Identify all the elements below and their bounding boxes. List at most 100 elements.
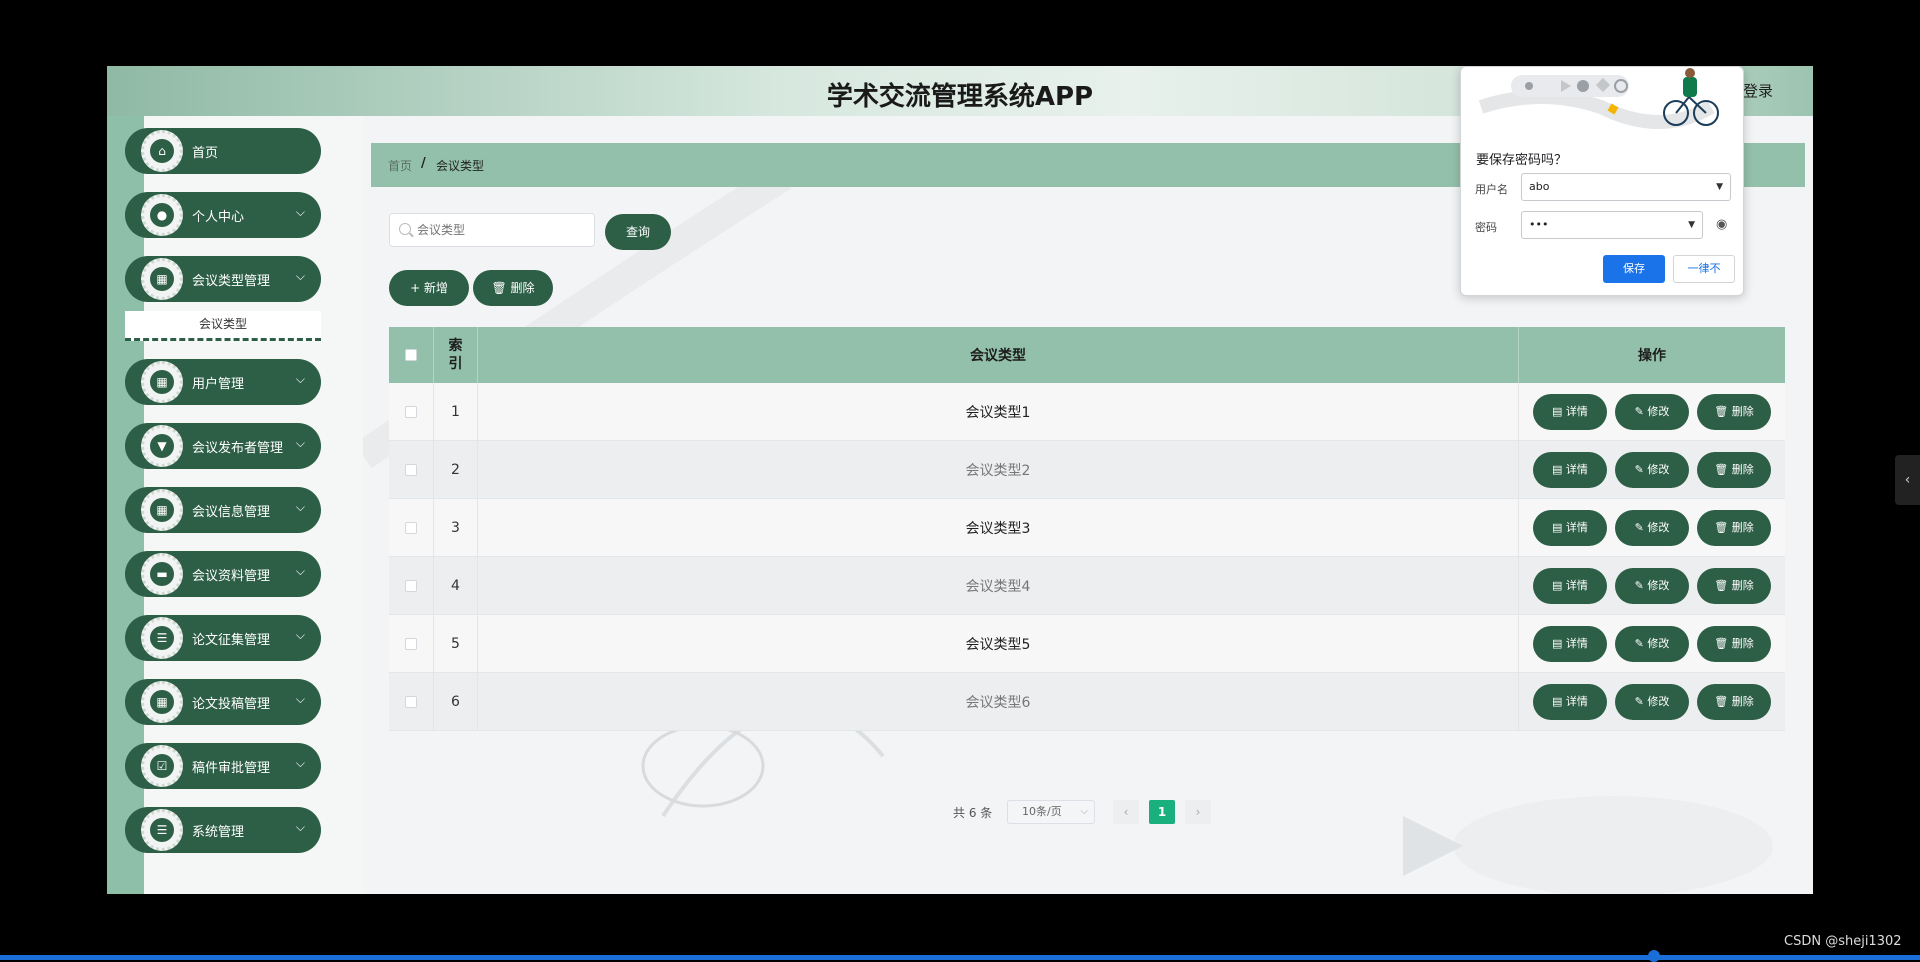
user-icon: ● <box>141 194 183 236</box>
table-row: 2 会议类型2 ▤ 详情 ✎ 修改 🗑 删除 <box>389 441 1785 499</box>
password-value: ••• <box>1529 218 1549 231</box>
grid-icon: ▦ <box>141 361 183 403</box>
sidebar-item-3[interactable]: ▦ 会议类型管理 ⌵ <box>125 256 321 302</box>
detail-button[interactable]: ▤ 详情 <box>1534 453 1606 487</box>
page-number-current[interactable]: 1 <box>1149 800 1175 824</box>
row-meeting-type: 会议类型4 <box>478 557 1519 615</box>
delete-button[interactable]: 🗑 删除 <box>1698 685 1770 719</box>
row-index: 6 <box>434 673 478 731</box>
sidebar-item-4[interactable]: ▦ 用户管理 ⌵ <box>125 359 321 405</box>
list-icon-glyph: ☰ <box>150 626 174 650</box>
list-icon: ☰ <box>141 617 183 659</box>
checkbox-icon-glyph: ☑ <box>150 754 174 778</box>
progress-knob[interactable] <box>1648 950 1660 962</box>
row-select-cell <box>389 615 434 673</box>
edit-button[interactable]: ✎ 修改 <box>1616 627 1688 661</box>
chevron-down-icon: ⌵ <box>295 372 305 386</box>
breadcrumb-current: 会议类型 <box>436 159 485 173</box>
sidebar-item-7[interactable]: ▬ 会议资料管理 ⌵ <box>125 551 321 597</box>
row-operations: ▤ 详情 ✎ 修改 🗑 删除 <box>1519 673 1785 731</box>
delete-button[interactable]: 🗑 删除 <box>1698 453 1770 487</box>
login-link[interactable]: 登录 <box>1743 80 1773 101</box>
edit-button[interactable]: ✎ 修改 <box>1616 569 1688 603</box>
edit-button[interactable]: ✎ 修改 <box>1616 395 1688 429</box>
sidebar-item-label: 首页 <box>192 146 219 161</box>
table-row: 5 会议类型5 ▤ 详情 ✎ 修改 🗑 删除 <box>389 615 1785 673</box>
select-all-cell <box>389 327 434 383</box>
breadcrumb-home[interactable]: 首页 <box>388 157 412 174</box>
row-checkbox[interactable] <box>405 522 417 534</box>
checkbox-icon: ☑ <box>141 745 183 787</box>
sidebar-item-2[interactable]: ● 个人中心 ⌵ <box>125 192 321 238</box>
pagination-total: 共 6 条 <box>953 806 993 820</box>
password-field[interactable]: ••• ▼ <box>1521 211 1703 239</box>
row-meeting-type: 会议类型1 <box>478 383 1519 441</box>
edit-button[interactable]: ✎ 修改 <box>1616 511 1688 545</box>
prev-page-button[interactable]: ‹ <box>1113 800 1139 824</box>
row-index: 4 <box>434 557 478 615</box>
row-checkbox[interactable] <box>405 638 417 650</box>
username-field[interactable]: abo ▼ <box>1521 173 1731 201</box>
delete-button[interactable]: 🗑 删除 <box>1698 395 1770 429</box>
detail-button[interactable]: ▤ 详情 <box>1534 627 1606 661</box>
edit-button[interactable]: ✎ 修改 <box>1616 453 1688 487</box>
row-index: 2 <box>434 441 478 499</box>
row-meeting-type: 会议类型5 <box>478 615 1519 673</box>
row-checkbox[interactable] <box>405 406 417 418</box>
list-icon-glyph: ☰ <box>150 818 174 842</box>
sidebar-subitem-meeting-type[interactable]: 会议类型 <box>125 311 321 341</box>
row-select-cell <box>389 673 434 731</box>
row-checkbox[interactable] <box>405 464 417 476</box>
sidebar-item-5[interactable]: ▼ 会议发布者管理 ⌵ <box>125 423 321 469</box>
detail-button[interactable]: ▤ 详情 <box>1534 395 1606 429</box>
query-button[interactable]: 查询 <box>606 215 670 249</box>
row-index: 5 <box>434 615 478 673</box>
page-size-select[interactable]: 10条/页 ⌵ <box>1007 800 1095 824</box>
table-row: 6 会议类型6 ▤ 详情 ✎ 修改 🗑 删除 <box>389 673 1785 731</box>
chevron-down-icon: ⌵ <box>295 269 305 283</box>
row-meeting-type: 会议类型6 <box>478 673 1519 731</box>
sidebar-item-8[interactable]: ☰ 论文征集管理 ⌵ <box>125 615 321 661</box>
list-icon: ☰ <box>141 809 183 851</box>
sidebar-item-label: 论文征集管理 <box>192 633 271 648</box>
column-header-meeting-type[interactable]: 会议类型 <box>478 327 1519 383</box>
next-page-button[interactable]: › <box>1185 800 1211 824</box>
dropdown-arrow-icon: ▼ <box>1716 182 1723 192</box>
collapse-panel-button[interactable]: ‹ <box>1895 455 1920 505</box>
sidebar-item-6[interactable]: ▦ 会议信息管理 ⌵ <box>125 487 321 533</box>
save-password-popup: 要保存密码吗？ 用户名 abo ▼ 密码 ••• ▼ ◉ 保存 一律不 <box>1460 66 1744 296</box>
row-checkbox[interactable] <box>405 696 417 708</box>
row-checkbox[interactable] <box>405 580 417 592</box>
video-progress-bar[interactable] <box>0 955 1920 960</box>
edit-button[interactable]: ✎ 修改 <box>1616 685 1688 719</box>
detail-button[interactable]: ▤ 详情 <box>1534 569 1606 603</box>
user-icon-glyph: ● <box>150 203 174 227</box>
delete-button[interactable]: 🗑 删除 <box>1698 627 1770 661</box>
never-save-button[interactable]: 一律不 <box>1673 255 1735 283</box>
select-all-checkbox[interactable] <box>405 349 417 361</box>
batch-delete-button[interactable]: 🗑 删除 <box>474 271 552 305</box>
filter-icon: ▼ <box>141 425 183 467</box>
search-icon <box>399 223 411 235</box>
grid-icon: ▦ <box>141 681 183 723</box>
detail-button[interactable]: ▤ 详情 <box>1534 511 1606 545</box>
home-icon-glyph: ⌂ <box>150 139 174 163</box>
delete-button[interactable]: 🗑 删除 <box>1698 569 1770 603</box>
sidebar-item-11[interactable]: ☰ 系统管理 ⌵ <box>125 807 321 853</box>
search-input[interactable] <box>417 221 587 239</box>
sidebar-item-1[interactable]: ⌂ 首页 <box>125 128 321 174</box>
sidebar-item-9[interactable]: ▦ 论文投稿管理 ⌵ <box>125 679 321 725</box>
sidebar-item-label: 会议资料管理 <box>192 569 271 584</box>
home-icon: ⌂ <box>141 130 183 172</box>
sidebar-item-10[interactable]: ☑ 稿件审批管理 ⌵ <box>125 743 321 789</box>
save-password-button[interactable]: 保存 <box>1603 255 1665 283</box>
delete-button[interactable]: 🗑 删除 <box>1698 511 1770 545</box>
username-label: 用户名 <box>1475 183 1508 196</box>
password-label: 密码 <box>1475 221 1497 234</box>
search-box[interactable] <box>389 213 595 247</box>
breadcrumb-separator: / <box>421 156 426 171</box>
add-button[interactable]: + 新增 <box>390 271 468 305</box>
detail-button[interactable]: ▤ 详情 <box>1534 685 1606 719</box>
grid-icon-glyph: ▦ <box>150 690 174 714</box>
eye-icon[interactable]: ◉ <box>1716 217 1727 232</box>
